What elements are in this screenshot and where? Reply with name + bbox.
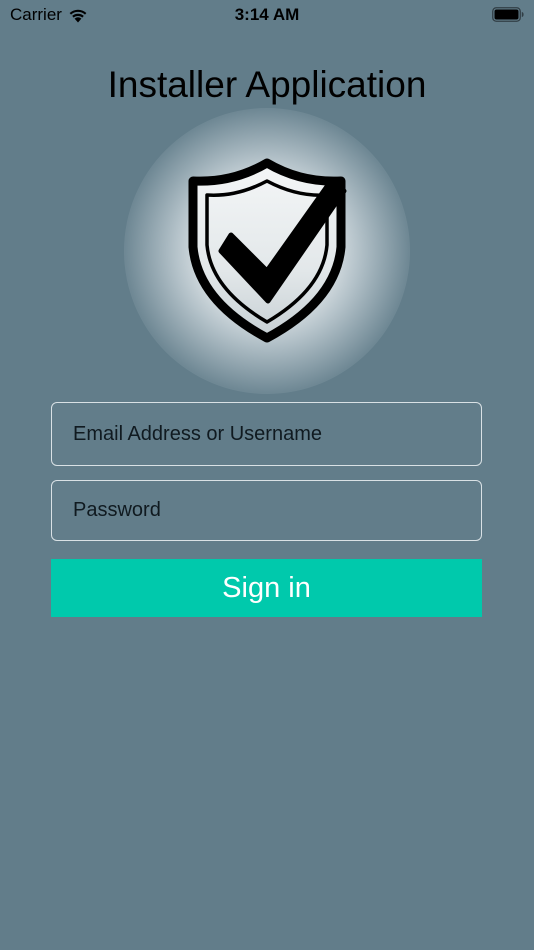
sign-in-button[interactable]: Sign in	[51, 559, 482, 617]
status-bar: Carrier 3:14 AM	[0, 0, 534, 30]
password-input[interactable]	[52, 481, 481, 540]
password-field[interactable]	[51, 480, 482, 541]
email-input[interactable]	[52, 403, 481, 465]
shield-check-icon	[188, 158, 347, 343]
email-field[interactable]	[51, 402, 482, 466]
app-title: Installer Application	[107, 64, 427, 105]
status-time: 3:14 AM	[234, 5, 300, 24]
battery-icon	[492, 7, 524, 22]
